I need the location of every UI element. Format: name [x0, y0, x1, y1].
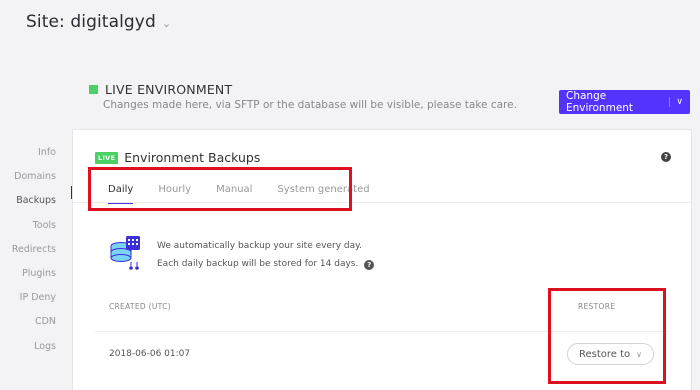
sidebar-item-plugins[interactable]: Plugins	[12, 262, 56, 286]
column-restore: RESTORE	[578, 302, 616, 311]
restore-to-button[interactable]: Restore to ∨	[567, 343, 654, 365]
info-line-1: We automatically backup your site every …	[157, 241, 363, 251]
sidebar-item-domains[interactable]: Domains	[12, 165, 56, 189]
sidebar-item-redirects[interactable]: Redirects	[12, 238, 56, 262]
chevron-down-icon: ∨	[669, 97, 683, 107]
help-icon[interactable]: ?	[661, 152, 671, 162]
sidebar-item-backups[interactable]: Backups	[12, 189, 56, 213]
database-backup-icon	[109, 235, 143, 275]
tab-system-generated[interactable]: System generated	[277, 184, 369, 204]
tabs-divider	[73, 202, 691, 203]
sidebar-item-ip-deny[interactable]: IP Deny	[12, 286, 56, 310]
sidebar-item-info[interactable]: Info	[12, 141, 56, 165]
restore-to-label: Restore to	[578, 348, 631, 360]
live-badge: LIVE	[95, 151, 119, 164]
sidebar-item-tools[interactable]: Tools	[12, 214, 56, 238]
column-created: CREATED (UTC)	[109, 302, 171, 311]
tab-manual[interactable]: Manual	[216, 184, 252, 204]
backup-created-date: 2018-06-06 01:07	[109, 349, 191, 359]
info-line-2: Each daily backup will be stored for 14 …	[157, 259, 359, 269]
card-title: Environment Backups	[124, 150, 261, 165]
table-divider	[95, 331, 669, 332]
sidebar-item-cdn[interactable]: CDN	[12, 310, 56, 334]
help-icon[interactable]: ?	[364, 260, 375, 270]
environment-subtitle: Changes made here, via SFTP or the datab…	[103, 99, 517, 111]
environment-banner: LIVE ENVIRONMENT Changes made here, via …	[89, 82, 517, 111]
site-title: Site: digitalgyd	[26, 12, 156, 32]
sidebar-item-logs[interactable]: Logs	[12, 335, 56, 359]
backups-card: LIVE Environment Backups ? Daily Hourly …	[72, 129, 692, 390]
sidebar-nav: Info Domains Backups Tools Redirects Plu…	[12, 141, 56, 359]
tab-daily[interactable]: Daily	[108, 184, 134, 204]
environment-title: LIVE ENVIRONMENT	[105, 82, 233, 97]
change-environment-button[interactable]: Change Environment ∨	[559, 90, 690, 114]
chevron-down-icon: ⌄	[161, 17, 172, 30]
site-selector[interactable]: Site: digitalgyd ⌄	[26, 12, 171, 32]
backup-tabs: Daily Hourly Manual System generated	[108, 184, 370, 204]
change-environment-label: Change Environment	[566, 90, 634, 114]
tab-hourly[interactable]: Hourly	[158, 184, 191, 204]
chevron-down-icon: ∨	[636, 349, 643, 359]
live-status-icon	[89, 85, 98, 94]
backup-info: We automatically backup your site every …	[109, 235, 375, 275]
